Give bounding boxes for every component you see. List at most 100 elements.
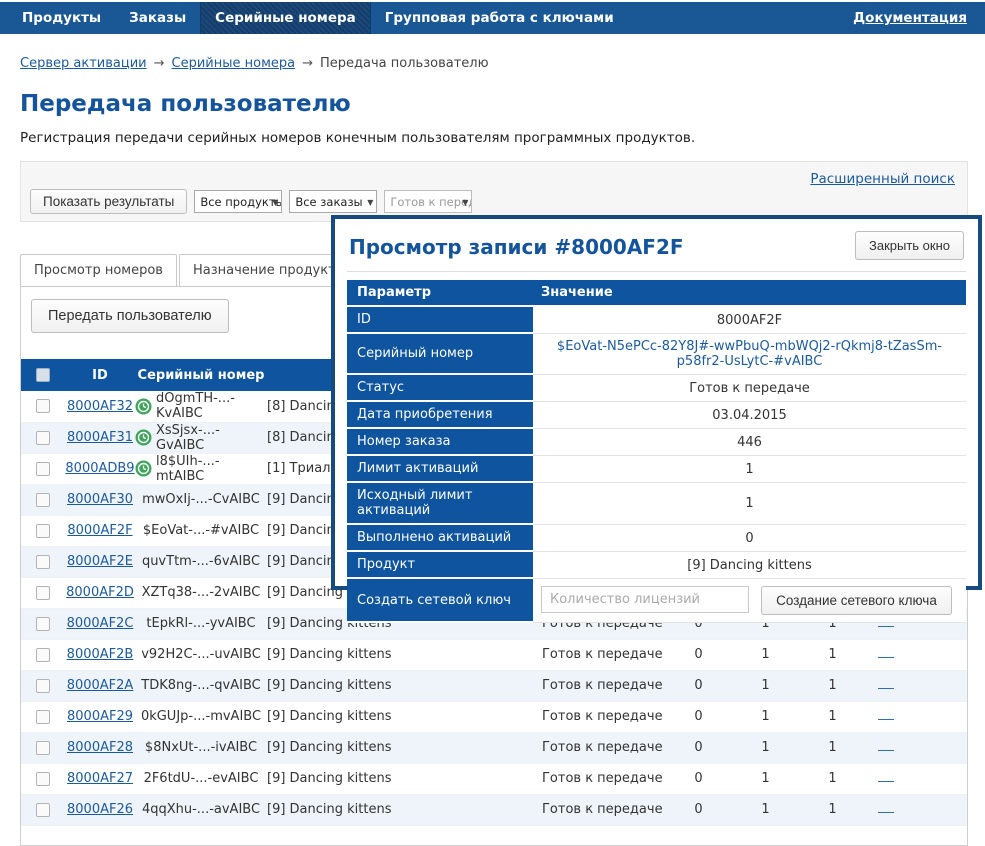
table-row: 8000AF2B v92H2C-...-uv [21,639,967,670]
activations-done-cell: 0 [665,670,732,701]
dash-link[interactable] [878,740,894,751]
serial-number: 0kGUJp-...-mvAIBC [141,709,261,724]
transfer-to-user-button[interactable]: Передать пользователю [31,299,229,333]
row-checkbox[interactable] [36,555,50,569]
dash-link[interactable] [878,678,894,689]
detail-value: 446 [533,429,966,456]
status-cell: Готов к передаче [540,701,665,732]
row-id-link[interactable]: 8000AF2C [67,616,134,631]
row-checkbox[interactable] [36,617,50,631]
activation-limit-cell: 1 [732,639,799,670]
nav-item[interactable]: Групповая работа с ключами [371,2,628,34]
filter-box: Расширенный поиск Показать результаты Вс… [20,161,968,222]
activation-limit-cell: 1 [732,701,799,732]
detail-row: Дата приобретения 03.04.2015 [347,402,966,429]
serial-number: TDK8ng-...-qvAIBC [141,678,260,693]
row-id-link[interactable]: 8000ADB9 [65,461,134,476]
activation-limit-cell: 1 [732,732,799,763]
row-id-link[interactable]: 8000AF2F [67,523,132,538]
detail-param: Исходный лимит активаций [347,483,533,525]
row-checkbox[interactable] [36,462,50,476]
row-checkbox[interactable] [36,710,50,724]
row-id-link[interactable]: 8000AF29 [67,709,133,724]
row-checkbox[interactable] [36,803,50,817]
row-id-link[interactable]: 8000AF30 [67,492,133,507]
row-checkbox[interactable] [36,648,50,662]
column-header-id: ID [65,359,135,391]
detail-value: 1 [533,456,966,483]
original-limit-cell: 1 [799,701,866,732]
detail-row: Выполнено активаций 0 [347,525,966,552]
chevron-down-icon: ▼ [272,198,278,207]
product-cell: [9] Dancing kittens [267,670,540,701]
activations-done-cell: 0 [665,701,732,732]
row-checkbox[interactable] [36,586,50,600]
detail-row: Исходный лимит активаций 1 [347,483,966,525]
row-id-link[interactable]: 8000AF26 [67,802,133,817]
activations-done-cell: 0 [665,639,732,670]
license-count-input[interactable] [541,586,749,613]
show-results-button[interactable]: Показать результаты [30,189,187,214]
row-id-link[interactable]: 8000AF27 [67,771,133,786]
page-subtitle: Регистрация передачи серийных номеров ко… [20,130,967,146]
dash-link[interactable] [878,709,894,720]
row-id-link[interactable]: 8000AF2A [67,678,134,693]
breadcrumb-link-serial-numbers[interactable]: Серийные номера [172,56,296,71]
original-limit-cell: 1 [799,732,866,763]
breadcrumb-arrow: → [302,56,313,71]
table-row: 8000AF29 0kGUJp-...-mv [21,701,967,732]
record-details-table: Параметр Значение ID 8000AF2F Серийный н… [347,280,966,623]
status-cell: Готов к передаче [540,732,665,763]
top-navigation: ПродуктыЗаказыСерийные номераГрупповая р… [0,0,985,34]
nav-items: ПродуктыЗаказыСерийные номераГрупповая р… [8,2,628,34]
dash-link[interactable] [878,802,894,813]
filter-select[interactable]: Готов к передаче ▼ [384,190,472,213]
breadcrumb-link-activation-server[interactable]: Сервер активации [20,56,147,71]
detail-row: Номер заказа 446 [347,429,966,456]
nav-spacer [628,2,853,34]
filter-select[interactable]: Все продукты ▼ [194,190,282,213]
tab[interactable]: Просмотр номеров [20,254,177,287]
modal-separator [347,271,966,272]
row-id-link[interactable]: 8000AF2D [66,585,134,600]
detail-param: Номер заказа [347,429,533,456]
row-id-link[interactable]: 8000AF2E [67,554,133,569]
row-id-link[interactable]: 8000AF2B [67,647,134,662]
activations-done-cell: 0 [665,732,732,763]
activation-limit-cell: 1 [732,794,799,825]
row-id-link[interactable]: 8000AF28 [67,740,133,755]
advanced-search-link[interactable]: Расширенный поиск [810,171,955,187]
dash-link[interactable] [878,647,894,658]
row-checkbox[interactable] [36,431,50,445]
create-network-key-button[interactable]: Создание сетевого ключа [761,586,952,615]
filter-select-value: Все заказы [295,195,362,209]
close-modal-button[interactable]: Закрыть окно [855,231,964,260]
table-row: 8000AF2A TDK8ng-...-qv [21,670,967,701]
activations-done-cell: 0 [665,794,732,825]
nav-item[interactable]: Серийные номера [200,2,371,34]
documentation-link[interactable]: Документация [853,2,967,34]
serial-number: 4qqXhu-...-avAIBC [142,802,260,817]
row-checkbox[interactable] [36,493,50,507]
row-id-link[interactable]: 8000AF31 [67,430,133,445]
network-key-body: Создать сетевой ключ Создание сетевого к… [347,579,966,623]
row-checkbox[interactable] [36,399,50,413]
serial-number: quvTtm-...-6vAIBC [142,554,260,569]
filter-select[interactable]: Все заказы ▼ [289,190,377,213]
dash-link[interactable] [878,771,894,782]
select-all-checkbox[interactable] [36,368,50,382]
nav-item[interactable]: Продукты [8,2,115,34]
nav-item[interactable]: Заказы [115,2,200,34]
row-checkbox[interactable] [36,679,50,693]
row-checkbox[interactable] [36,741,50,755]
row-id-link[interactable]: 8000AF32 [67,399,133,414]
column-header-serial: Серийный номер [135,359,267,391]
row-checkbox[interactable] [36,524,50,538]
value-column-header: Значение [533,280,966,307]
row-checkbox[interactable] [36,772,50,786]
detail-value: 0 [533,525,966,552]
serial-number: mwOxIj-...-CvAIBC [142,492,260,507]
detail-param: ID [347,307,533,334]
serial-number: XZTq38-...-2vAIBC [142,585,261,600]
detail-param: Продукт [347,552,533,579]
